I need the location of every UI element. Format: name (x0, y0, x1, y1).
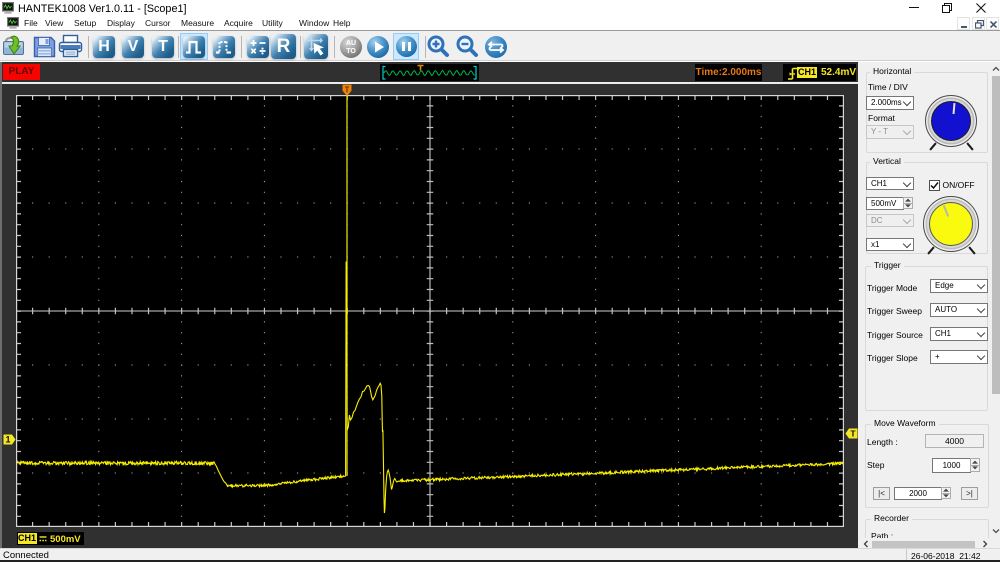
svg-text:T: T (850, 428, 856, 438)
svg-text:1: 1 (5, 434, 10, 444)
